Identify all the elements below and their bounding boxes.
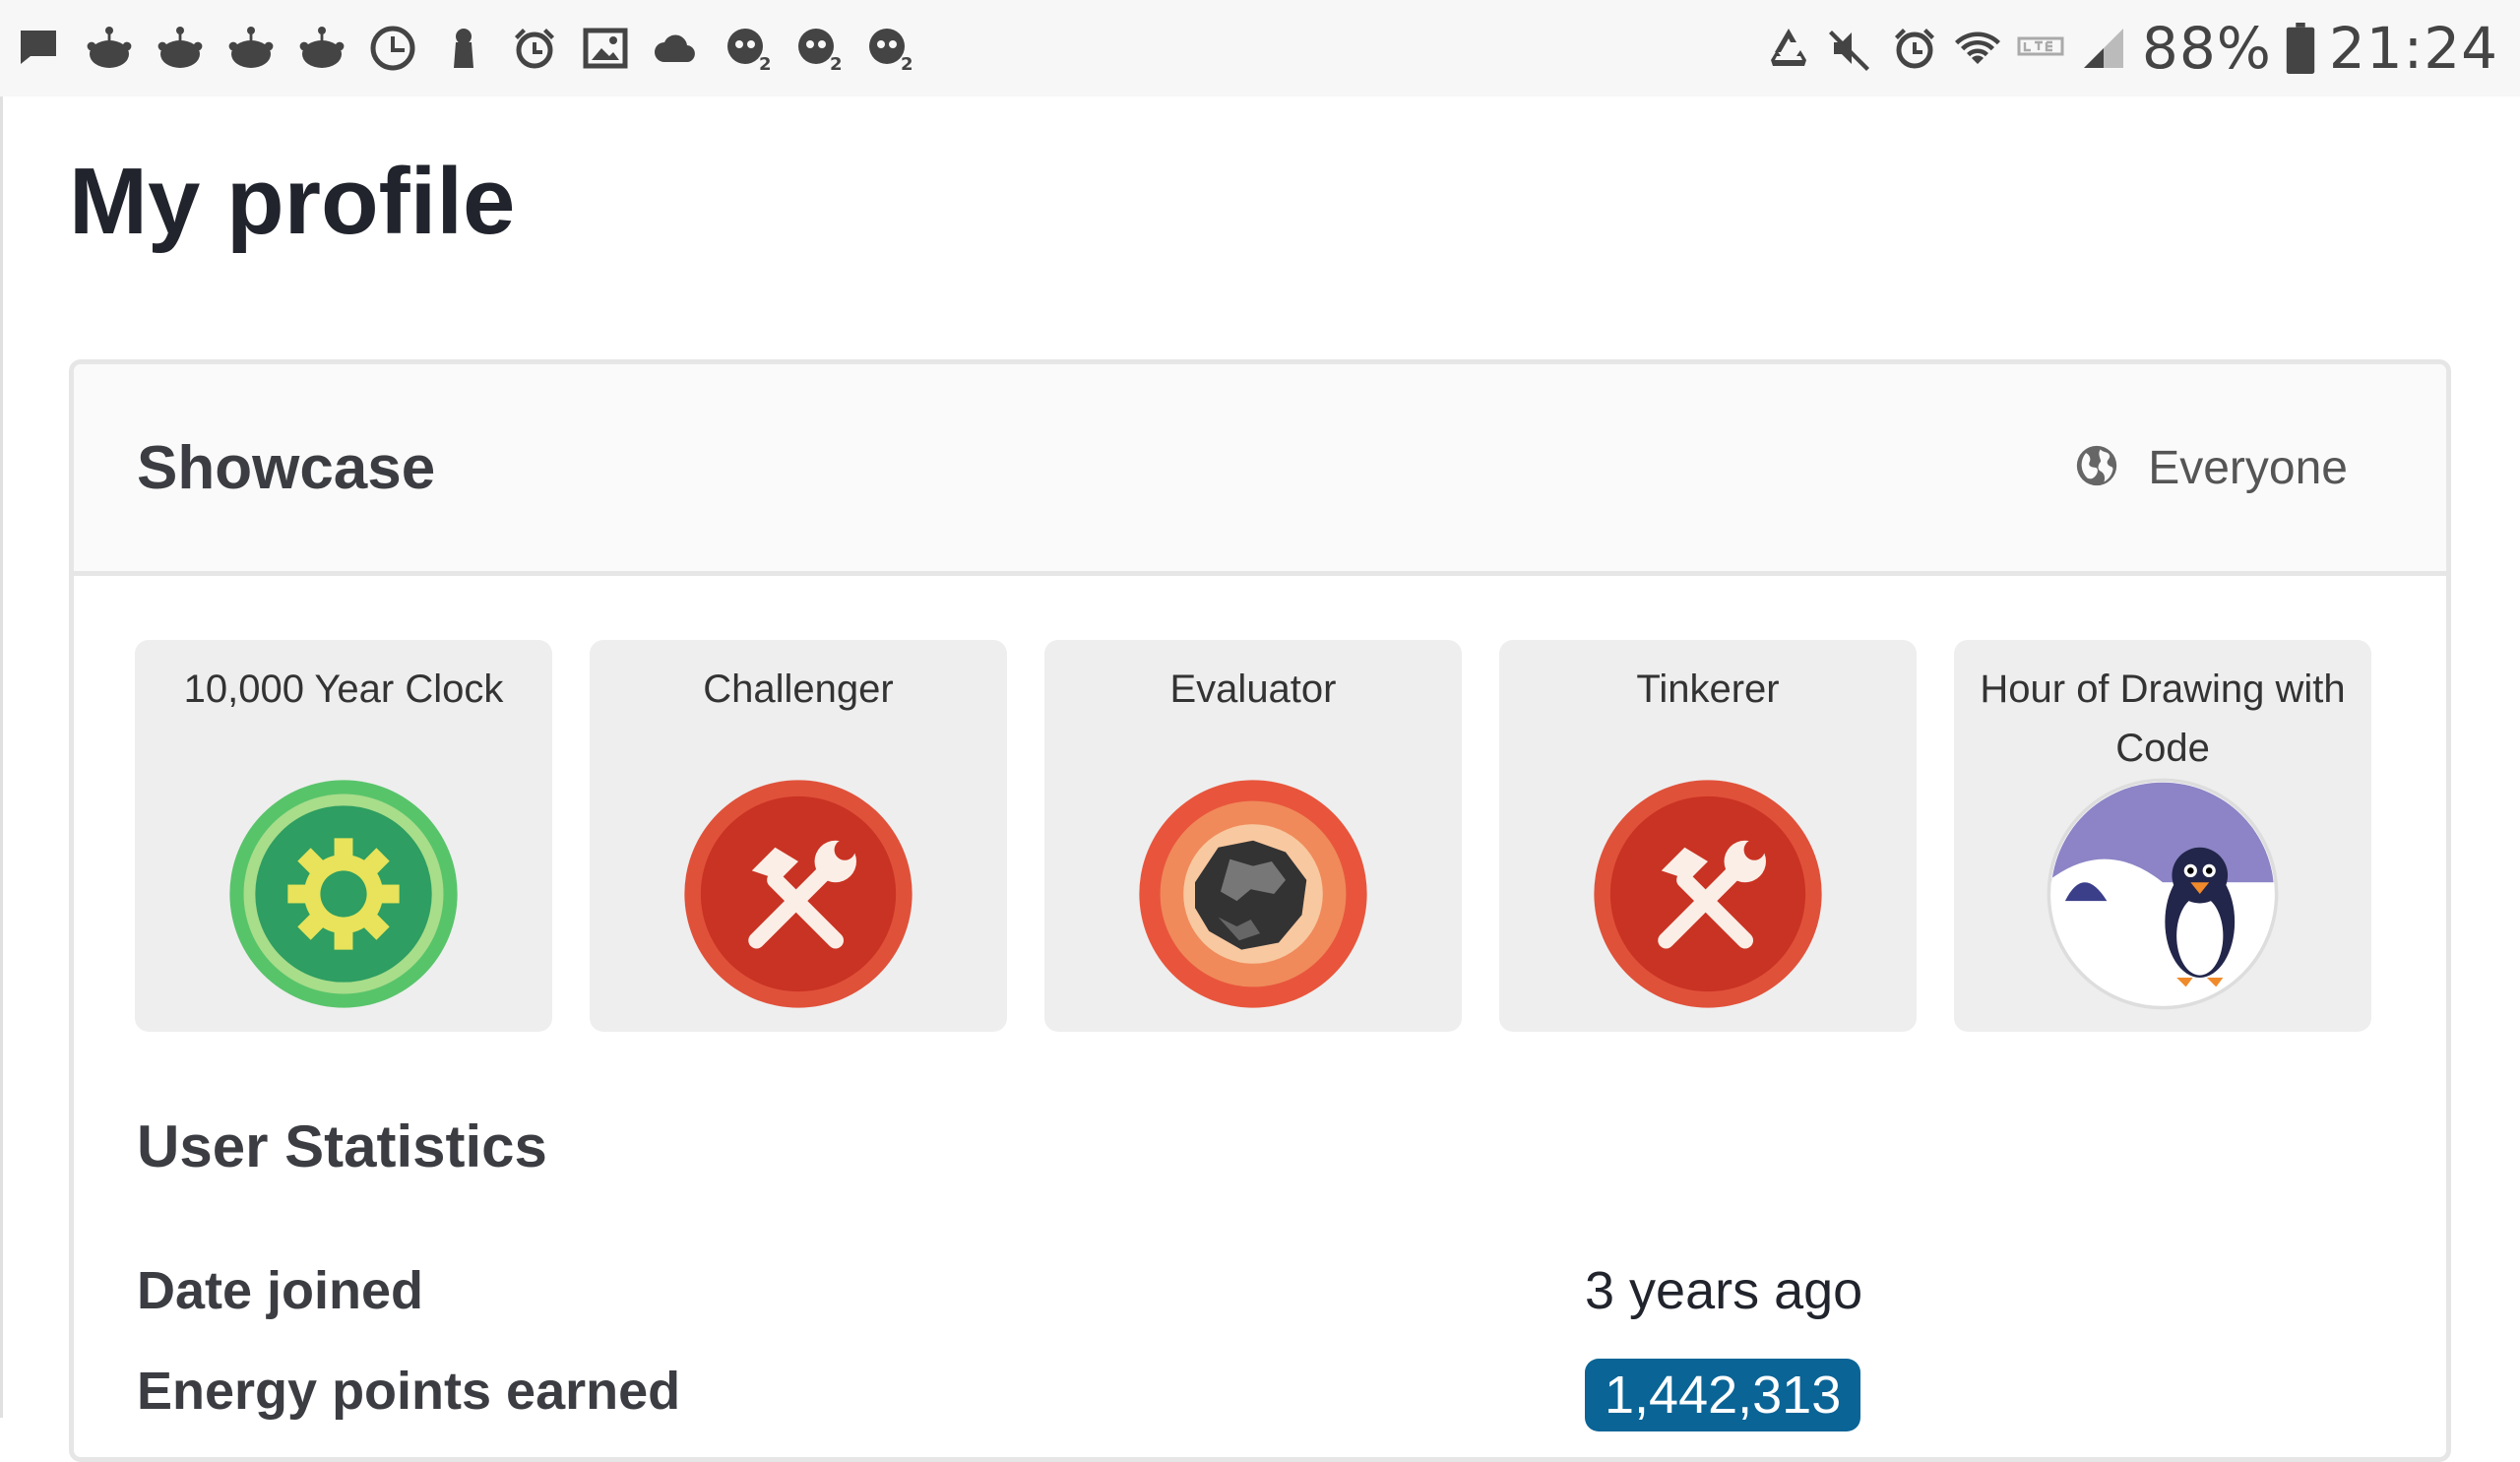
alarm-icon	[1890, 24, 1939, 73]
clock-icon	[368, 24, 417, 73]
energy-points-value: 1,442,313	[1585, 1359, 1861, 1431]
tools-badge-icon	[1592, 778, 1824, 1010]
game-icon: 2	[793, 24, 843, 73]
badge-name: Evaluator	[1169, 667, 1337, 711]
visibility-selector[interactable]: Everyone	[2075, 441, 2348, 495]
page-title: My profile	[69, 149, 516, 254]
clock-time: 21:24	[2328, 15, 2498, 82]
wifi-icon	[1953, 24, 2002, 73]
globe-icon	[2075, 444, 2118, 492]
energy-points-label: Energy points earned	[137, 1362, 681, 1421]
badge-card[interactable]: Hour of Drawing with Code	[1954, 640, 2371, 1032]
mute-icon	[1827, 24, 1876, 73]
badge-card[interactable]: Challenger	[590, 640, 1007, 1032]
reddit-icon	[226, 24, 276, 73]
badge-name: Challenger	[703, 667, 894, 711]
battery-percent: 88%	[2141, 15, 2272, 82]
reddit-icon	[85, 24, 134, 73]
badge-name: 10,000 Year Clock	[183, 667, 504, 711]
recycle-icon	[1764, 24, 1813, 73]
badge-card[interactable]: Tinkerer	[1499, 640, 1917, 1032]
game-icon: 2	[864, 24, 914, 73]
notification-icons: 2 2 2	[0, 0, 914, 96]
date-joined-value: 3 years ago	[1585, 1261, 1863, 1320]
reddit-icon	[156, 24, 205, 73]
status-bar: 2 2 2 88% 21:24	[0, 0, 2520, 96]
signal-icon	[2079, 24, 2128, 73]
badge-list: 10,000 Year Clock Challenger Evaluator T…	[135, 640, 2371, 1032]
cloud-icon	[652, 24, 701, 73]
visibility-label: Everyone	[2148, 441, 2348, 494]
system-indicators: 88% 21:24	[1764, 0, 2520, 96]
gear-badge-icon	[227, 778, 460, 1010]
badge-card[interactable]: 10,000 Year Clock	[135, 640, 552, 1032]
reddit-icon	[297, 24, 346, 73]
penguin-badge-icon	[2047, 778, 2279, 1010]
showcase-title: Showcase	[137, 433, 436, 502]
battery-icon	[2286, 23, 2315, 74]
keyhole-icon	[439, 24, 488, 73]
tools-badge-icon	[682, 778, 914, 1010]
badge-name: Hour of Drawing with Code	[1980, 667, 2346, 770]
alarm-icon	[510, 24, 559, 73]
lte-icon	[2016, 24, 2065, 73]
showcase-header: Showcase Everyone	[74, 364, 2446, 576]
user-statistics-title: User Statistics	[137, 1113, 547, 1179]
svg-text:2: 2	[901, 54, 913, 72]
image-icon	[581, 24, 630, 73]
date-joined-label: Date joined	[137, 1261, 424, 1320]
badge-card[interactable]: Evaluator	[1044, 640, 1462, 1032]
svg-text:2: 2	[759, 54, 771, 72]
message-icon	[14, 24, 63, 73]
showcase-card: Showcase Everyone 10,000 Year Clock Chal…	[69, 359, 2451, 1462]
game-icon: 2	[723, 24, 772, 73]
meteorite-badge-icon	[1137, 778, 1369, 1010]
svg-text:2: 2	[830, 54, 842, 72]
badge-name: Tinkerer	[1636, 667, 1780, 711]
